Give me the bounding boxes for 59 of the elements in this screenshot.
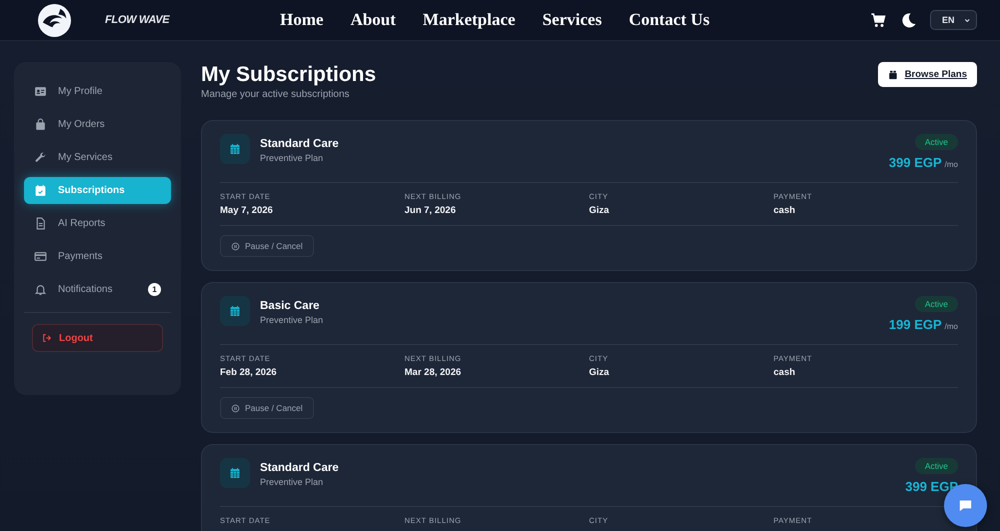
page-subtitle: Manage your active subscriptions <box>201 89 350 100</box>
price: 399 EGP <box>888 155 942 170</box>
logout-button[interactable]: Logout <box>32 324 163 352</box>
plan-name: Standard Care <box>260 138 340 150</box>
wrench-icon <box>34 151 47 164</box>
nav-link[interactable]: Marketplace <box>422 10 516 30</box>
language-select[interactable]: EN <box>930 10 977 30</box>
nav-link[interactable]: Services <box>542 10 602 30</box>
pause-icon <box>231 242 240 250</box>
browse-plans-button[interactable]: Browse Plans <box>878 62 977 87</box>
id-card-icon <box>34 85 47 98</box>
plan-name: Standard Care <box>260 462 340 474</box>
price: 399 EGP <box>905 479 958 494</box>
detail-value: cash <box>774 205 796 216</box>
wave-logo-icon <box>37 2 72 38</box>
sidebar-item[interactable]: Notifications 1 <box>24 276 171 303</box>
cart-icon[interactable] <box>870 12 887 28</box>
price: 199 EGP <box>888 317 942 332</box>
box-icon <box>888 70 898 80</box>
sidebar-item[interactable]: My Services <box>24 144 171 171</box>
pause-icon <box>231 404 240 412</box>
status-badge: Active <box>914 134 958 150</box>
price-period: /mo <box>944 160 958 169</box>
calendar-icon <box>229 467 241 479</box>
plan-type: Preventive Plan <box>260 477 324 487</box>
brand-name: FLOW WAVE <box>105 14 170 26</box>
moon-icon[interactable] <box>900 12 917 28</box>
pause-cancel-button[interactable]: Pause / Cancel <box>220 235 314 257</box>
pause-cancel-button[interactable]: Pause / Cancel <box>220 397 314 419</box>
page-title: My Subscriptions <box>201 62 376 88</box>
bell-icon <box>34 283 47 296</box>
calendar-icon <box>229 143 241 155</box>
sidebar-item[interactable]: AI Reports <box>24 210 171 237</box>
sidebar-item[interactable]: My Orders <box>24 111 171 138</box>
nav-link[interactable]: Home <box>280 10 324 30</box>
chevron-down-icon <box>964 16 970 24</box>
document-icon <box>34 217 47 230</box>
detail-value: Jun 7, 2026 <box>404 205 457 216</box>
calendar-icon <box>229 305 241 317</box>
count-badge: 1 <box>148 283 161 296</box>
nav-link[interactable]: Contact Us <box>628 10 710 30</box>
plan-type: Preventive Plan <box>260 315 324 325</box>
status-badge: Active <box>914 458 958 474</box>
detail-value: Feb 28, 2026 <box>220 367 278 378</box>
sidebar-item[interactable]: My Profile <box>24 78 171 105</box>
sidebar-item[interactable]: Payments <box>24 243 171 270</box>
detail-value: Giza <box>589 367 610 378</box>
calendar-check-icon <box>34 184 47 197</box>
detail-value: Giza <box>589 205 610 216</box>
nav-link[interactable]: About <box>350 10 396 30</box>
price-period: /mo <box>944 322 958 331</box>
status-badge: Active <box>914 296 958 312</box>
detail-value: cash <box>774 367 796 378</box>
plan-type: Preventive Plan <box>260 153 324 163</box>
credit-card-icon <box>34 250 47 263</box>
plan-name: Basic Care <box>260 300 320 312</box>
detail-value: May 7, 2026 <box>220 205 274 216</box>
detail-value: Mar 28, 2026 <box>404 367 462 378</box>
sign-out-icon <box>42 333 52 343</box>
